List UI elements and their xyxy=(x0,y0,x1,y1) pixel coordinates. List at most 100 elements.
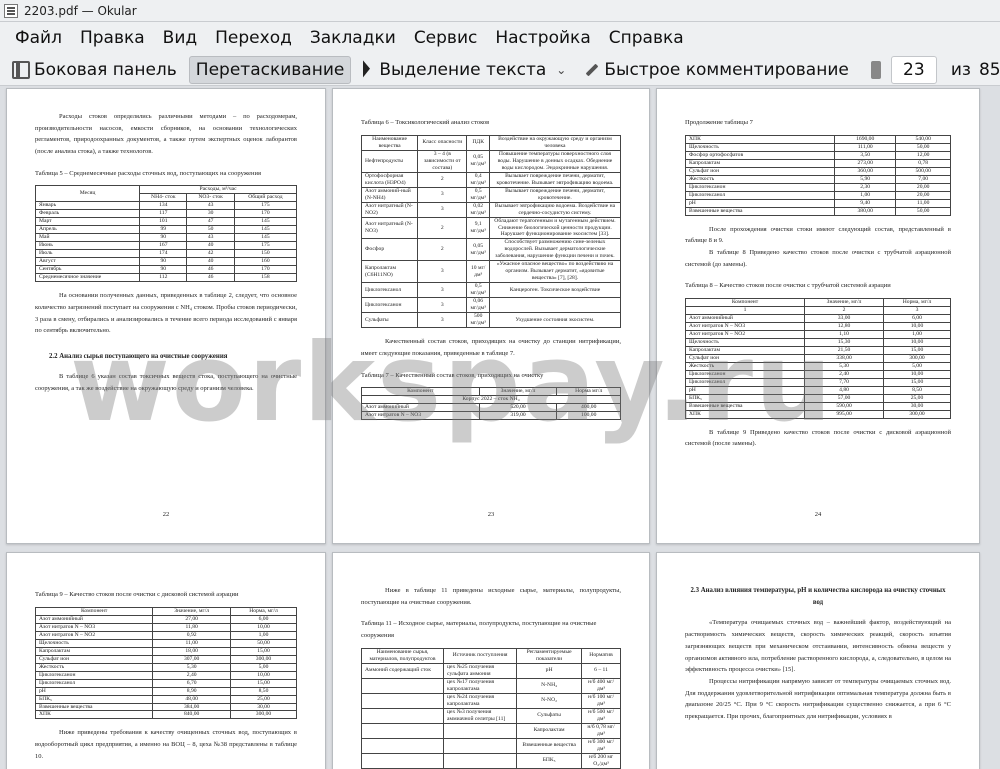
page-number-input[interactable] xyxy=(890,55,937,84)
table-cell: Азот аммонийный xyxy=(684,313,806,323)
menu-settings[interactable]: Настройка xyxy=(486,28,599,48)
table-cell: Повышение температуры поверхностного сло… xyxy=(488,149,622,173)
table-header: Норма, мг/л xyxy=(882,297,952,307)
table-row: Щелочность 11,00 50,00 xyxy=(34,638,298,648)
page23-table2-title: Таблица 7 – Качественный состав стоков, … xyxy=(361,371,544,379)
table-cell: 6,00 xyxy=(229,614,298,624)
menu-tools[interactable]: Сервис xyxy=(405,28,487,48)
table-cell: 46 xyxy=(186,265,235,275)
page24-paragraph-1: После прохождения очистки стоки имеют сл… xyxy=(685,225,951,245)
chevron-down-icon[interactable]: ⌄ xyxy=(556,63,566,77)
table-row: Сульфат ион 307,00 300,00 xyxy=(34,654,298,664)
table-cell: 5,30 xyxy=(804,361,884,371)
window-title: 2203.pdf — Okular xyxy=(24,3,137,18)
table-cell: Июль xyxy=(34,249,141,259)
table-cell: 400,00 xyxy=(556,403,621,413)
table-cell xyxy=(360,692,445,709)
cursor-icon xyxy=(361,61,375,79)
table-cell: 25,00 xyxy=(882,393,952,403)
page23-table-toxicology: Наименование вещества Класс опасности ПД… xyxy=(360,134,622,329)
table-cell: Циклогексанол xyxy=(684,377,806,387)
table-row: Щелочность 15,30 10,00 xyxy=(684,337,952,347)
table-row: Азот нитратов N – NO3 11,80 10,00 xyxy=(34,622,298,632)
table-cell: 117 xyxy=(139,209,188,219)
table-cell: 57,00 xyxy=(804,393,884,403)
table-cell: ХПК xyxy=(685,134,835,144)
table-cell: 20,00 xyxy=(895,182,951,192)
table-row: Жесткость 5,30 5,00 xyxy=(684,361,952,371)
table-cell: 6,70 xyxy=(152,678,231,688)
menu-bookmarks[interactable]: Закладки xyxy=(301,28,405,48)
table-cell: 2,30 xyxy=(833,182,897,192)
table-cell: 2 xyxy=(417,171,468,188)
table-cell: 12,00 xyxy=(895,150,951,160)
table-cell: Сульфаты xyxy=(360,312,419,329)
table-cell: н/б 300 мг/дм³ xyxy=(581,737,621,754)
table-row: pH 8,90 8,50 xyxy=(34,686,298,696)
table-row: БПК₅ 48,00 25,00 xyxy=(34,694,298,704)
table-cell: 174 xyxy=(139,249,188,259)
table-cell: 338,00 xyxy=(804,353,884,363)
table-cell: 0,92 xyxy=(152,630,231,640)
table-cell: 20,00 xyxy=(895,190,951,200)
table-cell: 10 мг/дм³ xyxy=(466,260,490,284)
table-cell: Ухудшение состояния экосистем. xyxy=(488,312,622,329)
table-cell: Март xyxy=(34,217,141,227)
menu-help[interactable]: Справка xyxy=(600,28,693,48)
table-row: Фосфор 2 0,05 мг/дм³ Способствует размножен… xyxy=(360,238,622,262)
table-cell: 50,00 xyxy=(895,206,951,216)
table-cell: Сульфат ион xyxy=(685,166,835,176)
table-cell xyxy=(488,297,622,314)
table-row: Февраль 117 30 170 xyxy=(34,209,298,219)
table-cell: 8,50 xyxy=(229,686,298,696)
table-row: Март 101 47 145 xyxy=(34,217,298,227)
table-cell: н/б 200 мг О₂/дм³ xyxy=(581,752,621,769)
page24-table7-continued: ХПК 1690,00 540,00 Щелочность 111,00 50,00 Фос… xyxy=(685,134,951,216)
table-cell: Циклогексанон xyxy=(685,182,835,192)
table-cell: 360,00 xyxy=(833,166,897,176)
table-cell: 158 xyxy=(233,273,298,283)
table-cell: 2 xyxy=(417,238,468,262)
table-cell: Жесткость xyxy=(34,662,154,672)
table-row: Азот аммоний-ный (N-NH4) 3 0,5 мг/дм³ Вызыв… xyxy=(360,186,622,203)
table-cell: 4,80 xyxy=(804,385,884,395)
table-cell: 300,00 xyxy=(229,710,298,720)
table-cell: Циклогексанон xyxy=(34,670,154,680)
table-header: Норма, мг/л xyxy=(229,606,298,616)
table-cell: 50 xyxy=(186,225,235,235)
table-cell: Сульфаты xyxy=(516,707,583,724)
table-cell: Азот нитратов N – NO3 xyxy=(34,622,154,632)
text-selection-button[interactable]: Выделение текста ⌄ xyxy=(355,56,572,84)
menu-go[interactable]: Переход xyxy=(206,28,301,48)
table-cell: 273,00 xyxy=(833,158,897,168)
page-navigation: из 85 xyxy=(867,55,1000,84)
document-viewport[interactable]: Расходы стоков определялись различными м… xyxy=(0,86,1000,769)
quick-annotation-button[interactable]: Быстрое комментирование xyxy=(576,56,854,84)
table-cell: 167 xyxy=(139,241,188,251)
quick-annotation-label: Быстрое комментирование xyxy=(604,59,849,80)
table-cell: Циклогексанол xyxy=(685,190,835,200)
table-row: Взвешенные вещества 384,00 30,00 xyxy=(34,702,298,712)
page22-paragraph-2: На основании полученных данных, приведен… xyxy=(35,292,297,335)
table-cell: Взвешенные вещества xyxy=(685,206,835,216)
table-cell: Вызывает эвтрофикацию водоема. Воздейств… xyxy=(488,201,622,218)
table-row: Капролактам 18,00 15,00 xyxy=(34,646,298,656)
menu-view[interactable]: Вид xyxy=(154,28,206,48)
table-cell: Капролактам xyxy=(516,722,583,739)
sidebar-toggle-button[interactable]: Боковая панель xyxy=(6,56,183,84)
table-cell: 90 xyxy=(139,233,188,243)
drag-mode-button[interactable]: Перетаскивание xyxy=(188,55,352,84)
table-row: Азот аммонийный 520,00 400,00 xyxy=(361,403,621,413)
menu-file[interactable]: Файл xyxy=(6,28,71,48)
table-cell: 134 xyxy=(139,201,188,211)
table-cell: 5,90 xyxy=(833,174,897,184)
table-cell: 3 xyxy=(417,260,468,284)
previous-page-icon[interactable] xyxy=(870,60,881,79)
table-cell: Азот аммонийный xyxy=(34,614,154,624)
table-cell: ХПК xyxy=(34,710,154,720)
table-row: БПК₅ н/б 200 мг О₂/дм³ xyxy=(360,752,621,769)
table-cell: 50,00 xyxy=(895,142,951,152)
menu-edit[interactable]: Правка xyxy=(71,28,154,48)
table-cell: Щелочность xyxy=(685,142,835,152)
table-column-number: 1 xyxy=(684,305,806,315)
